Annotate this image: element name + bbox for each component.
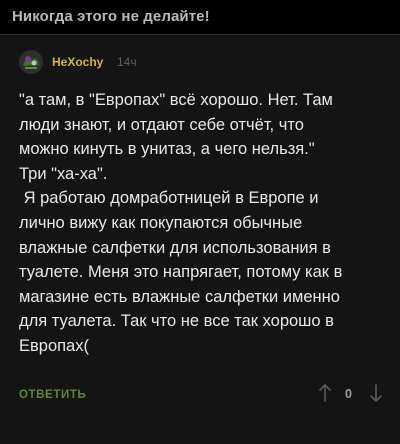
arrow-down-icon[interactable] [369,383,383,403]
comment-line: Европах( [19,336,89,355]
comment-body: "а там, в "Европах" всё хорошо. Нет. Там… [19,88,381,359]
comment-line: лично вижу как покупаются обычные [19,213,303,232]
comment-author[interactable]: HeXochy [52,55,103,69]
avatar[interactable] [19,50,43,74]
comment-line: "а там, в "Европах" всё хорошо. Нет. Там [19,91,333,109]
comment-line: можно кинуть в унитаз, а чего нельзя." [19,140,315,159]
comment-line: люди знают, и отдают себе отчёт, что [19,115,304,134]
reply-button[interactable]: ОТВЕТИТЬ [19,389,86,401]
comment-line: Три "ха-ха". [19,164,108,183]
vote-score: 0 [345,387,352,401]
comment-line: магазине есть влажные салфетки именно [19,287,340,306]
comment-line: Я работаю домработницей в Европе и [19,189,319,208]
arrow-up-icon[interactable] [318,383,332,403]
comment-line: влажные салфетки для использования в [19,238,331,257]
comment-line: для туалета. Так что не все так хорошо в [19,312,334,331]
comment-time: 14ч [117,55,137,69]
post-title: Никогда этого не делайте! [12,8,210,25]
comment-line: туалете. Меня это напрягает, потому как … [19,263,343,282]
